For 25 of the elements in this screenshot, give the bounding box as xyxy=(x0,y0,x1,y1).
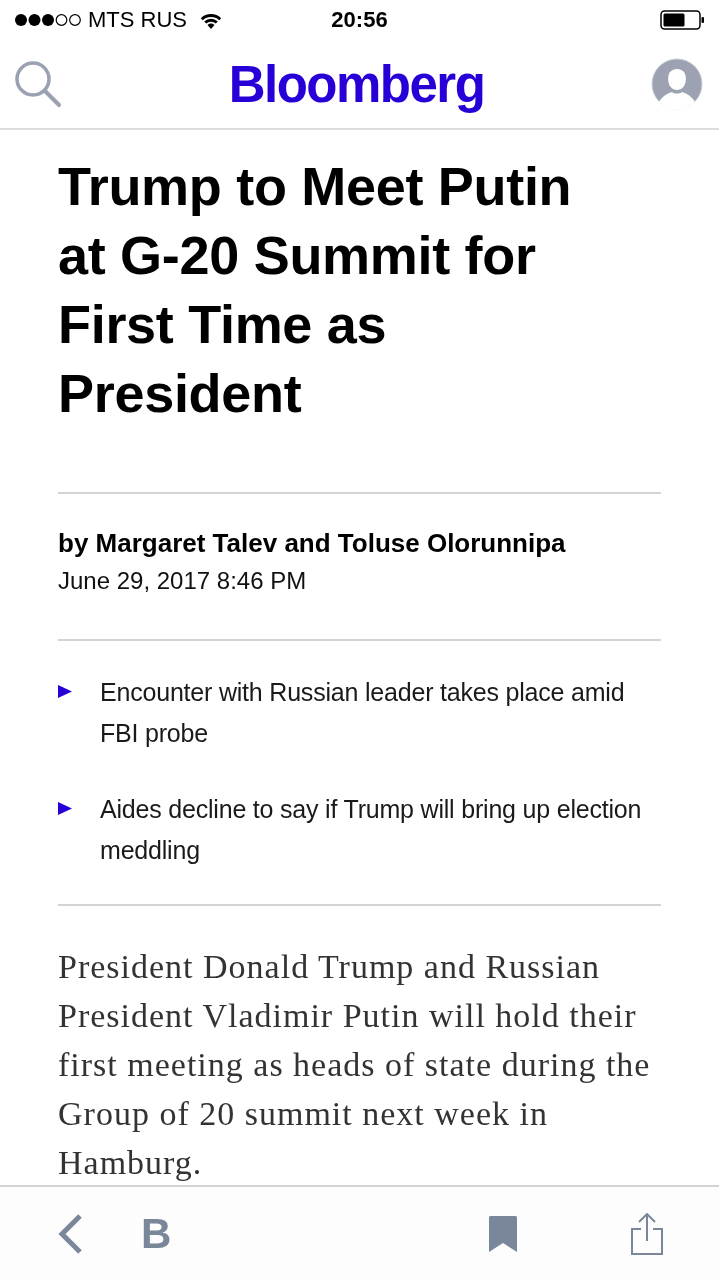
carrier-name: MTS RUS xyxy=(88,7,187,33)
triangle-bullet-icon xyxy=(58,685,72,698)
summary-point: Aides decline to say if Trump will bring up election meddling xyxy=(100,794,643,866)
publish-date: June 29, 2017 8:46 PM xyxy=(58,566,308,596)
share-icon xyxy=(631,1212,663,1255)
triangle-bullet-icon xyxy=(58,802,72,815)
battery-icon xyxy=(660,10,705,30)
home-logo-button[interactable]: B xyxy=(141,1212,172,1255)
article-headline: Trump to Meet Putin at G-20 Summit for First Time as President xyxy=(58,155,573,425)
signal-strength-icon xyxy=(14,13,82,27)
article-paragraph: President Donald Trump and Russian President Vladimir Putin will hold their first meeting as heads of state during the Group of 20 summit next week in Hamburg. xyxy=(58,947,652,1183)
share-button[interactable] xyxy=(631,1212,663,1255)
summary-point: Encounter with Russian leader takes place amid FBI probe xyxy=(100,677,626,749)
bookmark-button[interactable] xyxy=(489,1215,517,1252)
chevron-left-icon xyxy=(57,1212,83,1255)
article-byline: by Margaret Talev and Toluse Olorunnipa xyxy=(58,527,567,560)
user-avatar-icon xyxy=(651,58,703,110)
brand-logo[interactable]: Bloomberg xyxy=(228,54,485,114)
search-button[interactable] xyxy=(14,60,62,108)
clock-time: 20:56 xyxy=(331,7,388,33)
search-icon xyxy=(14,60,62,108)
profile-button[interactable] xyxy=(651,58,703,110)
back-button[interactable] xyxy=(57,1212,83,1255)
bookmark-icon xyxy=(489,1215,517,1252)
wifi-icon xyxy=(199,11,223,29)
